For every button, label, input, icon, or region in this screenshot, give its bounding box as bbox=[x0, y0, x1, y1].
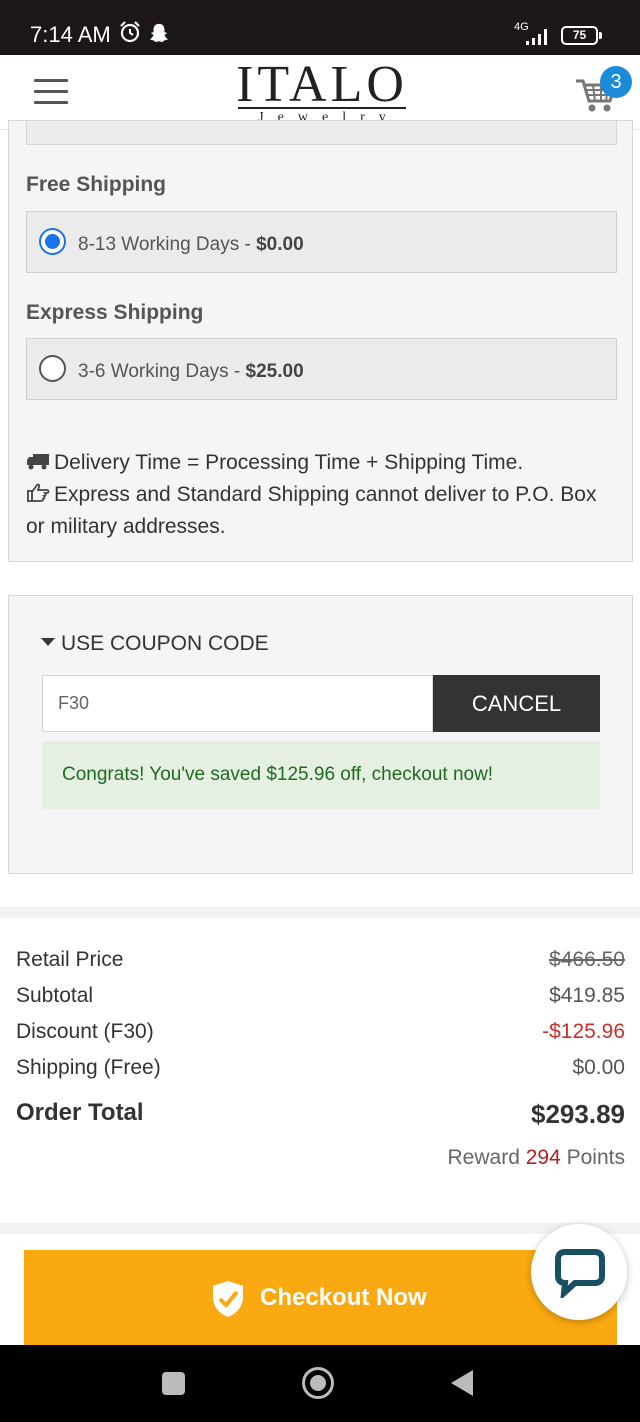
discount-label: Discount (F30) bbox=[16, 1020, 154, 1043]
caret-down-icon bbox=[41, 638, 55, 646]
shipping-method-section: Free Shipping 8-13 Working Days - $0.00 … bbox=[8, 120, 633, 562]
coupon-cancel-button[interactable]: CANCEL bbox=[433, 675, 600, 732]
status-bar: 7:14 AM 4G 75 bbox=[0, 0, 640, 55]
coupon-title: USE COUPON CODE bbox=[61, 632, 269, 655]
order-summary: Retail Price $466.50 Subtotal $419.85 Di… bbox=[0, 918, 640, 1223]
express-shipping-heading: Express Shipping bbox=[26, 301, 204, 324]
chat-icon bbox=[555, 1249, 605, 1298]
subtotal-value: $419.85 bbox=[549, 984, 625, 1007]
order-total-value: $293.89 bbox=[531, 1099, 625, 1129]
retail-price-label: Retail Price bbox=[16, 948, 124, 971]
checkout-label: Checkout Now bbox=[260, 1284, 427, 1311]
express-shipping-option[interactable]: 3-6 Working Days - $25.00 bbox=[26, 338, 617, 400]
shipping-cost-value: $0.00 bbox=[572, 1056, 625, 1079]
android-nav-bar bbox=[0, 1345, 640, 1422]
free-shipping-text: 8-13 Working Days - $0.00 bbox=[78, 234, 304, 255]
logo-main: ITALO bbox=[236, 56, 408, 113]
section-divider bbox=[0, 1223, 640, 1234]
signal-icon bbox=[526, 29, 547, 45]
battery-level: 75 bbox=[572, 28, 587, 42]
delivery-time-note: Delivery Time = Processing Time + Shippi… bbox=[54, 451, 524, 474]
reward-points: Reward 294 Points bbox=[447, 1146, 625, 1169]
express-shipping-text: 3-6 Working Days - $25.00 bbox=[78, 361, 304, 382]
snapchat-icon bbox=[149, 23, 169, 43]
status-time: 7:14 AM bbox=[30, 22, 111, 47]
shield-check-icon bbox=[213, 1281, 243, 1317]
shipping-cost-label: Shipping (Free) bbox=[16, 1056, 161, 1079]
po-box-note: Express and Standard Shipping cannot del… bbox=[26, 483, 597, 538]
free-shipping-heading: Free Shipping bbox=[26, 173, 167, 196]
subtotal-label: Subtotal bbox=[16, 984, 94, 1007]
site-header: ITALO Jewelry bbox=[0, 55, 640, 130]
alarm-icon bbox=[120, 21, 140, 43]
coupon-section: USE COUPON CODE F30 CANCEL Congrats! You… bbox=[8, 595, 633, 874]
section-divider bbox=[0, 907, 640, 918]
truck-icon bbox=[27, 454, 49, 470]
shipping-notes: Delivery Time = Processing Time + Shippi… bbox=[26, 447, 616, 543]
cart-count-badge[interactable]: 3 bbox=[600, 66, 632, 98]
free-shipping-option[interactable]: 8-13 Working Days - $0.00 bbox=[26, 211, 617, 273]
coupon-toggle[interactable]: USE COUPON CODE bbox=[41, 632, 269, 656]
reward-points-value: 294 bbox=[525, 1146, 561, 1169]
italo-logo[interactable]: ITALO Jewelry bbox=[234, 56, 410, 126]
hand-pointing-icon bbox=[27, 483, 50, 502]
hamburger-menu-icon[interactable] bbox=[34, 79, 68, 105]
battery-icon: 75 bbox=[561, 26, 603, 45]
express-shipping-radio[interactable] bbox=[39, 355, 66, 382]
recent-apps-icon[interactable] bbox=[162, 1372, 185, 1395]
discount-value: -$125.96 bbox=[542, 1020, 625, 1043]
order-total-label: Order Total bbox=[16, 1099, 144, 1126]
coupon-success-message: Congrats! You've saved $125.96 off, chec… bbox=[42, 741, 600, 809]
back-icon[interactable] bbox=[451, 1370, 473, 1396]
live-chat-button[interactable] bbox=[531, 1224, 627, 1320]
free-shipping-radio[interactable] bbox=[39, 228, 66, 255]
checkout-now-button[interactable]: Checkout Now bbox=[24, 1250, 617, 1345]
retail-price-value: $466.50 bbox=[549, 948, 625, 971]
coupon-code-input[interactable]: F30 bbox=[42, 675, 433, 732]
home-icon[interactable] bbox=[302, 1367, 334, 1399]
